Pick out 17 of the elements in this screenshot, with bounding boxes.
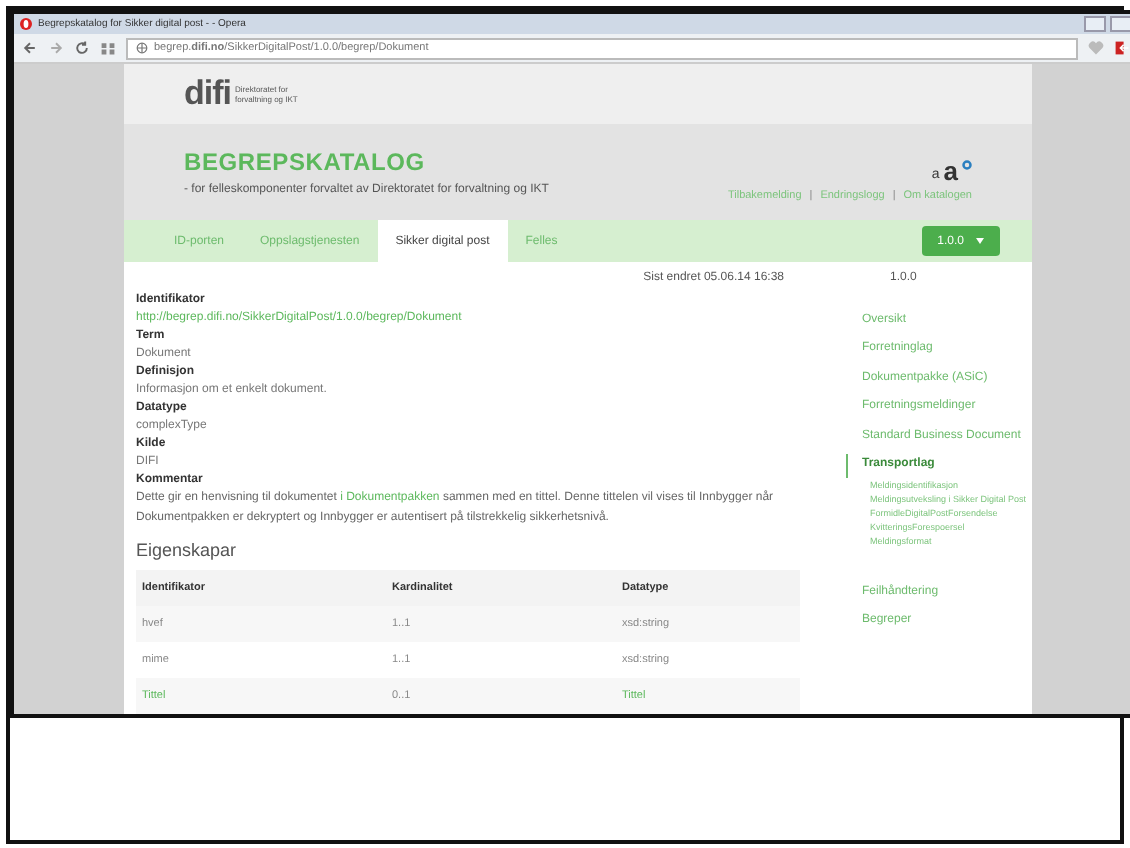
minimize-button[interactable] <box>1084 16 1106 32</box>
grid-icon[interactable] <box>100 40 116 56</box>
maximize-button[interactable] <box>1110 16 1130 32</box>
forward-icon[interactable] <box>48 40 64 56</box>
exit-icon[interactable] <box>1114 40 1130 56</box>
circle-icon <box>962 159 972 169</box>
heart-icon[interactable] <box>1088 40 1104 56</box>
browser-logo-icon <box>20 18 32 30</box>
large-font-button[interactable]: a <box>943 159 958 181</box>
site-title: BEGREPSKATALOG <box>184 148 427 176</box>
reload-icon[interactable] <box>74 40 90 56</box>
globe-icon <box>136 42 148 54</box>
back-icon[interactable] <box>22 40 38 56</box>
caret-icon <box>976 238 984 244</box>
logo-mark: difi <box>184 74 231 114</box>
section-heading: Eigenskapar <box>136 540 239 560</box>
active-indicator <box>846 453 848 478</box>
